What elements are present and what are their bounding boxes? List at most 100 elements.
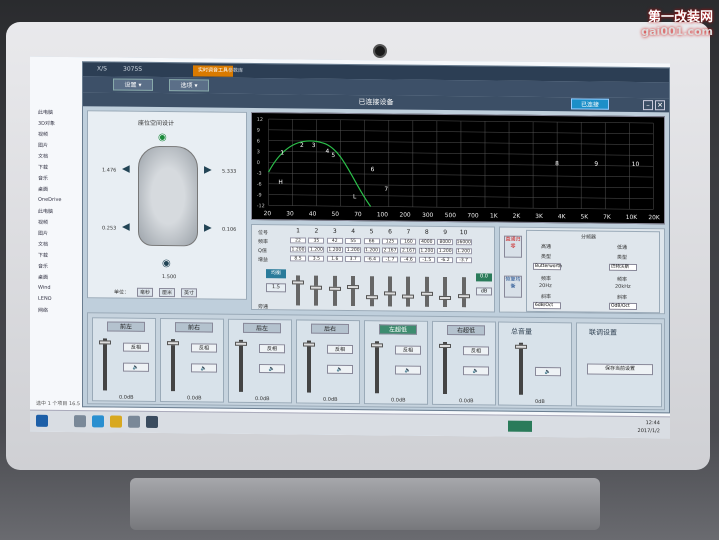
eq-band-gain[interactable]: 3.5 — [308, 255, 325, 262]
eq-band-fader[interactable] — [384, 276, 396, 307]
eq-band-marker[interactable]: 8 — [555, 161, 559, 167]
explorer-sidebar-item[interactable]: 图片 — [30, 142, 82, 154]
eq-band-fader[interactable] — [365, 276, 378, 307]
eq-band-marker[interactable]: 10 — [632, 162, 640, 168]
channel-fader[interactable] — [371, 341, 383, 394]
folder-icon[interactable] — [110, 415, 122, 428]
step-value[interactable]: 1.5 — [266, 283, 286, 293]
fader-knob[interactable] — [439, 343, 451, 349]
explorer-sidebar-item[interactable]: 文档 — [30, 153, 82, 165]
unit-inch[interactable]: 英寸 — [181, 288, 198, 298]
mute-button[interactable]: 🔈 — [327, 364, 353, 375]
master-fader[interactable] — [515, 342, 527, 395]
phase-button[interactable]: 反相 — [327, 344, 353, 355]
eq-band-fader[interactable] — [328, 275, 341, 306]
fader-knob[interactable] — [347, 285, 360, 290]
explorer-sidebar-item[interactable]: Wind — [30, 285, 82, 297]
mute-button[interactable]: 🔈 — [123, 362, 149, 372]
eq-band-marker[interactable]: 3 — [312, 143, 316, 149]
eq-band-gain[interactable]: 8.5 — [290, 255, 306, 262]
phase-button[interactable]: 反相 — [463, 346, 489, 356]
fader-knob[interactable] — [99, 340, 111, 345]
eq-band-gain[interactable]: -1.5 — [418, 256, 435, 263]
freq-lp-value[interactable]: 20kHz — [615, 284, 631, 290]
explorer-sidebar-item[interactable]: 此电脑 — [30, 109, 82, 121]
eq-band-marker[interactable]: 9 — [594, 162, 598, 168]
eq-band-marker[interactable]: 6 — [371, 167, 375, 173]
phase-button[interactable]: 反相 — [191, 343, 217, 353]
explorer-sidebar-item[interactable]: 网络 — [30, 307, 82, 319]
fader-knob[interactable] — [167, 341, 179, 346]
eq-band-marker[interactable]: H — [278, 180, 282, 186]
fader-knob[interactable] — [371, 343, 383, 348]
fader-knob[interactable] — [420, 291, 433, 296]
explorer-sidebar-item[interactable]: 音乐 — [30, 263, 82, 275]
fader-knob[interactable] — [402, 294, 415, 299]
eq-band-gain[interactable]: -6.4 — [363, 256, 380, 263]
fader-knob[interactable] — [328, 287, 341, 292]
eq-band-fader[interactable] — [347, 276, 360, 307]
channel-fader[interactable] — [439, 341, 451, 395]
eq-band-gain[interactable]: -1.7 — [382, 256, 398, 263]
restore-eq-button[interactable]: 恢复均衡 — [504, 275, 522, 298]
eq-button[interactable]: 均衡 — [266, 269, 286, 279]
taskview-icon[interactable] — [74, 415, 86, 428]
center-speaker-icon[interactable]: ◉ — [158, 132, 167, 143]
speaker-rr-icon[interactable]: ▶ — [204, 222, 212, 233]
fader-knob[interactable] — [439, 296, 452, 301]
eq-band-gain[interactable]: -3.7 — [455, 257, 472, 264]
explorer-sidebar-item[interactable]: 桌面 — [30, 186, 82, 198]
channel-fader[interactable] — [167, 339, 179, 392]
master-mute-button[interactable]: 🔈 — [535, 366, 561, 377]
mute-button[interactable]: 🔈 — [259, 364, 285, 374]
eq-band-freq[interactable]: 125 — [382, 238, 398, 245]
channel-select-button[interactable]: 前右 — [175, 322, 213, 333]
eq-band-q[interactable]: 1.200 — [437, 247, 454, 255]
eq-band-freq[interactable]: 16000 — [455, 239, 472, 246]
fader-knob[interactable] — [235, 341, 247, 346]
unit-ms[interactable]: 毫秒 — [137, 287, 154, 297]
channel-fader[interactable] — [235, 339, 247, 392]
save-settings-button[interactable]: 保存当前设置 — [587, 363, 653, 376]
channel-select-button[interactable]: 左超低 — [379, 324, 417, 335]
eq-band-gain[interactable]: 1.6 — [326, 255, 343, 262]
explorer-sidebar-item[interactable]: 下载 — [30, 252, 82, 264]
unit-cm[interactable]: 厘米 — [159, 288, 176, 298]
eq-band-marker[interactable]: 4 — [326, 149, 330, 155]
fader-knob[interactable] — [310, 285, 323, 290]
eq-band-q[interactable]: 2.167 — [382, 247, 398, 254]
db-btn[interactable]: dB — [476, 287, 492, 296]
eq-band-freq[interactable]: 55 — [345, 237, 362, 245]
mute-button[interactable]: 🔈 — [395, 365, 421, 375]
speaker-fl-icon[interactable]: ◀ — [122, 164, 130, 175]
eq-band-freq[interactable]: 8000 — [437, 238, 454, 246]
eq-band-q[interactable]: 1.200 — [326, 246, 343, 253]
speaker-fr-icon[interactable]: ▶ — [204, 164, 212, 175]
eq-band-marker[interactable]: 7 — [384, 187, 388, 193]
eq-band-fader[interactable] — [402, 276, 415, 307]
eq-band-q[interactable]: 1.200 — [345, 246, 362, 254]
tab-params[interactable]: 参数库 — [223, 66, 248, 77]
explorer-sidebar-item[interactable]: 此电脑 — [30, 208, 82, 220]
explorer-sidebar-item[interactable]: 桌面 — [30, 274, 82, 286]
explorer-sidebar-item[interactable]: 视频 — [30, 219, 82, 231]
explorer-sidebar-item[interactable]: OneDrive — [30, 197, 82, 209]
eq-band-q[interactable]: 1.200 — [363, 247, 380, 254]
fader-knob[interactable] — [365, 295, 378, 300]
eq-band-q[interactable]: 2.167 — [400, 247, 417, 254]
eq-band-marker[interactable]: 2 — [300, 143, 304, 149]
slope-hp-select[interactable]: 6dB/Oct — [533, 301, 561, 310]
store-icon[interactable] — [128, 415, 140, 428]
channel-select-button[interactable]: 右超低 — [447, 325, 485, 336]
eq-band-gain[interactable]: -4.6 — [400, 256, 417, 263]
fader-knob[interactable] — [292, 279, 304, 285]
eq-band-marker[interactable]: 1 — [280, 150, 284, 156]
eq-band-freq[interactable]: 4000 — [418, 238, 435, 245]
subwoofer-icon[interactable]: ◉ — [162, 258, 171, 269]
channel-fader[interactable] — [303, 340, 315, 393]
dsp-app-icon[interactable] — [146, 415, 158, 428]
mute-button[interactable]: 🔈 — [463, 366, 489, 376]
menu-options[interactable]: 选项 ▾ — [169, 79, 209, 92]
eq-band-q[interactable]: 1.200 — [308, 246, 325, 253]
phase-button[interactable]: 反相 — [395, 345, 421, 355]
